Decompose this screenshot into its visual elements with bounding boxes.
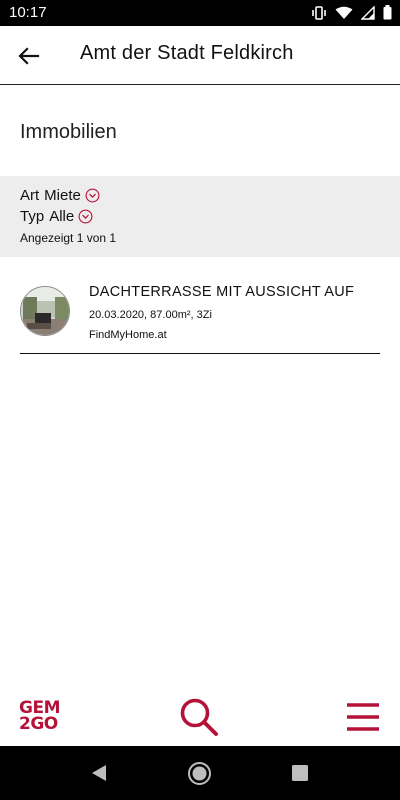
chevron-down-icon [78,209,93,224]
nav-home-icon[interactable] [187,761,212,786]
filter-typ-label: Typ [20,208,45,225]
app-bar: Amt der Stadt Feldkirch [0,26,400,85]
wifi-icon [335,6,353,19]
list-item[interactable]: DACHTERRASSE MIT AUSSICHT AUF 20.03.2020… [20,282,380,354]
signal-icon [361,5,375,20]
arrow-left-icon [18,47,40,65]
status-icons [311,5,392,20]
listing-source: FindMyHome.at [89,329,167,341]
filter-art-value: Miete [44,187,81,204]
status-bar: 10:17 [0,0,400,26]
listing-meta: 20.03.2020, 87.00m², 3Zi [89,309,212,321]
filter-art-label: Art [20,187,40,204]
menu-button[interactable] [346,702,380,732]
hamburger-menu-icon [347,703,379,731]
listing-photo [21,287,69,335]
filter-typ-value: Alle [49,208,75,225]
search-icon [180,698,218,736]
page-title: Immobilien [20,121,117,143]
listing-thumbnail [20,286,70,336]
filter-panel: Art Miete Typ Alle Angezeigt 1 von 1 [0,176,400,257]
vibrate-icon [312,5,326,20]
nav-recent-apps-icon[interactable] [292,765,308,781]
results-count: Angezeigt 1 von 1 [20,231,117,245]
gem2go-logo[interactable]: GEM 2GO [19,700,60,734]
battery-icon [383,5,392,20]
bottom-bar: GEM 2GO [0,680,400,746]
filter-art[interactable]: Art Miete [20,187,100,204]
filter-typ[interactable]: Typ Alle [20,208,93,225]
status-time: 10:17 [9,4,47,21]
listing-title: DACHTERRASSE MIT AUSSICHT AUF [89,284,355,300]
chevron-down-icon [85,188,100,203]
back-button[interactable] [16,43,42,69]
nav-back-icon[interactable] [90,764,108,782]
logo-line-2: 2GO [19,714,58,734]
search-button[interactable] [178,696,220,738]
app-title: Amt der Stadt Feldkirch [80,42,294,64]
system-nav-bar [0,746,400,800]
